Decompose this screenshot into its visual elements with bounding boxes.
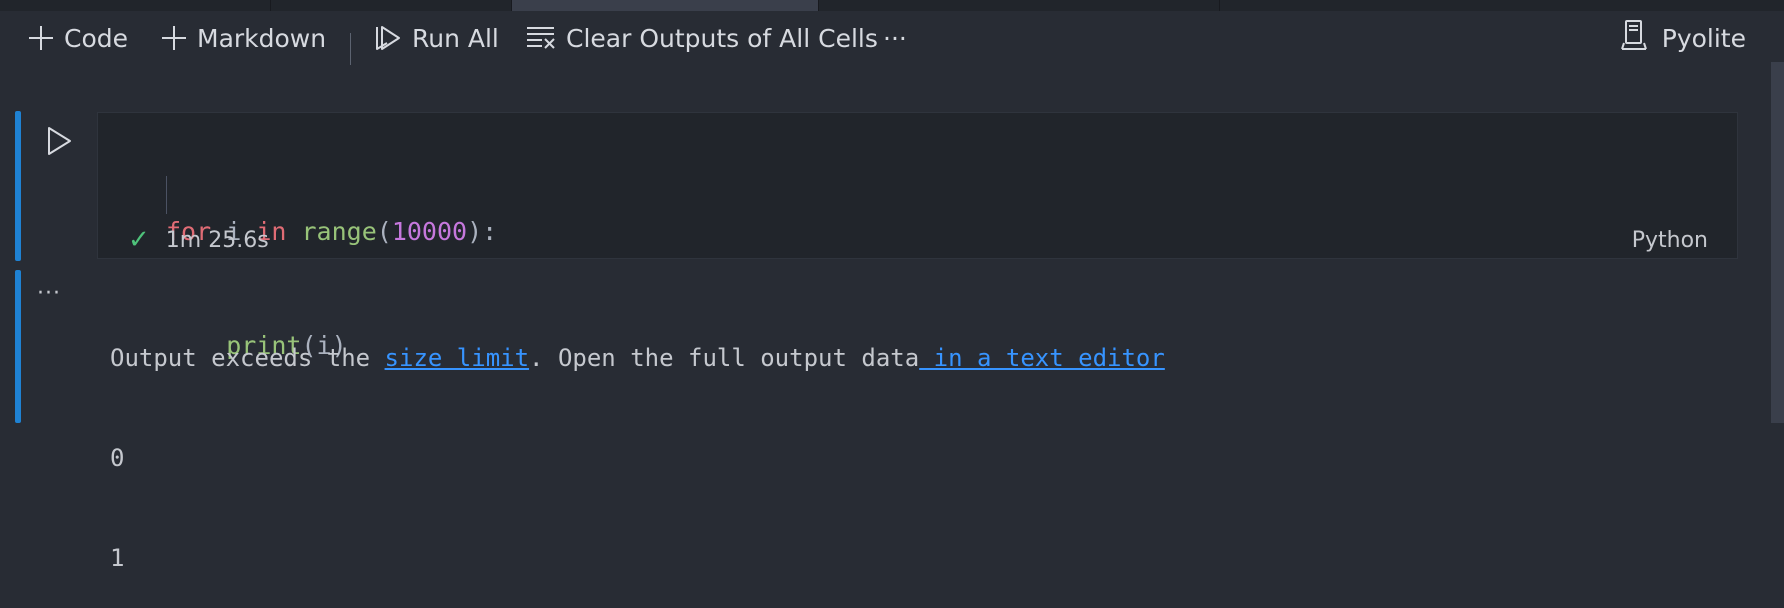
clear-all-icon <box>526 25 556 51</box>
editor-tab-active[interactable] <box>512 0 819 11</box>
size-limit-link[interactable]: size limit <box>385 344 530 372</box>
execution-time: 1m 25.6s <box>165 227 269 253</box>
kernel-label: Pyolite <box>1661 23 1746 53</box>
warning-text: Output exceeds the <box>110 344 385 372</box>
toolbar-separator <box>350 33 351 65</box>
run-all-button[interactable]: Run All <box>374 21 499 55</box>
output-line: 0 <box>110 444 125 472</box>
server-environment-icon <box>1620 19 1648 57</box>
plus-icon <box>161 25 187 51</box>
add-markdown-label: Markdown <box>197 23 327 53</box>
clear-all-outputs-label: Clear Outputs of All Cells <box>566 23 878 53</box>
output-size-warning: Output exceeds the size limit. Open the … <box>110 336 1165 380</box>
output-focus-indicator <box>15 270 21 423</box>
plus-icon <box>28 25 54 51</box>
code-editor[interactable]: for i in range(10000): print(i) ✓ 1m 25.… <box>97 112 1738 360</box>
output-line: 1 <box>110 544 125 572</box>
check-icon: ✓ <box>128 225 150 255</box>
editor-tab[interactable] <box>819 0 1220 11</box>
run-all-icon <box>374 24 402 52</box>
open-in-text-editor-link[interactable]: in a text editor <box>919 344 1165 372</box>
cell-output: Output exceeds the size limit. Open the … <box>110 280 1165 608</box>
cell-focus-indicator <box>15 111 21 261</box>
vertical-scrollbar[interactable] <box>1771 62 1784 423</box>
editor-tab-strip <box>0 0 1784 11</box>
more-actions-icon: ··· <box>883 23 907 53</box>
editor-tab[interactable] <box>271 0 512 11</box>
run-cell-button[interactable] <box>44 125 74 157</box>
add-code-cell-button[interactable]: Code <box>28 21 128 55</box>
kernel-picker-button[interactable]: Pyolite <box>1620 19 1746 57</box>
output-more-actions-button[interactable]: ··· <box>37 281 61 306</box>
play-icon <box>48 127 71 155</box>
cell-status-bar: ✓ 1m 25.6s Python <box>128 225 1708 255</box>
editor-tab[interactable] <box>1220 0 1784 11</box>
warning-text: . Open the full output data <box>529 344 920 372</box>
run-all-label: Run All <box>412 23 499 53</box>
add-markdown-cell-button[interactable]: Markdown <box>161 21 326 55</box>
cell-language-button[interactable]: Python <box>1632 228 1708 253</box>
clear-all-outputs-button[interactable]: Clear Outputs of All Cells <box>526 21 878 55</box>
more-actions-button[interactable]: ··· <box>883 21 907 55</box>
editor-tab[interactable] <box>0 0 271 11</box>
notebook-toolbar: Code Markdown Run All Clear Outputs of A… <box>0 11 1784 65</box>
add-code-label: Code <box>64 23 129 53</box>
